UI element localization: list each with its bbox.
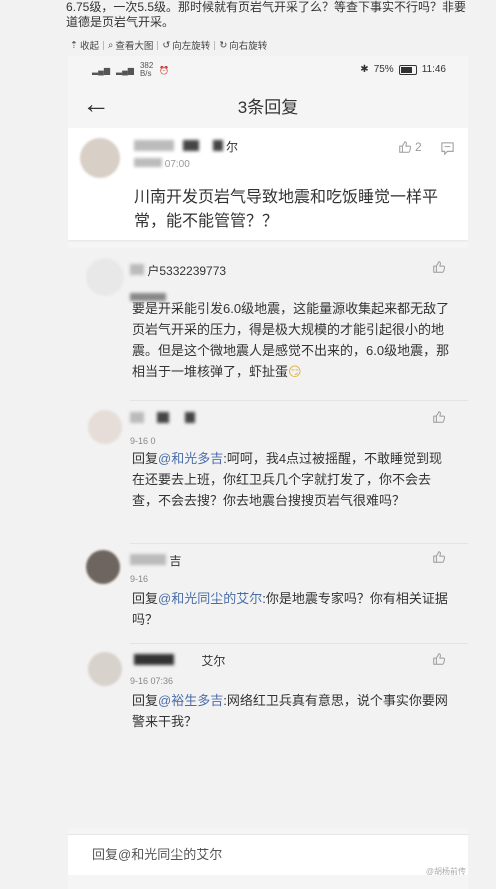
thumb-up-icon — [399, 141, 412, 153]
reply-time: 9-16 0 — [130, 436, 156, 446]
reply-item[interactable]: 9-16 0 回复@和光多吉:呵呵，我4点过被摇醒，不敢睡觉到现在还要去上班，你… — [68, 402, 468, 542]
reply-time: 9-16 — [130, 574, 149, 584]
thumb-up-icon — [433, 653, 446, 665]
rotate-right-label: 向右旋转 — [229, 41, 268, 52]
collapse-icon: ⇡ — [70, 39, 78, 51]
reply-item[interactable]: 吉 9-16 回复@和光同尘的艾尔:你是地震专家吗？你有相关证据吗？ — [68, 544, 468, 642]
battery-icon — [398, 64, 417, 75]
view-large-button[interactable]: ⌕ 查看大图 — [104, 38, 157, 53]
reply-author-name[interactable]: 吉 — [130, 552, 181, 569]
divider — [130, 400, 468, 401]
rotate-left-icon: ↺ — [162, 39, 171, 51]
collapse-button[interactable]: ⇡ 收起 — [66, 38, 103, 53]
avatar[interactable] — [88, 410, 122, 444]
reply-time: 9-16 07:36 — [130, 676, 174, 686]
comment-time: 07:00 — [134, 158, 190, 170]
emoji-icon: 😏 — [288, 364, 302, 379]
net-speed: 382 B/s — [139, 61, 154, 78]
reply-list: 户5332239773 要是开采能引发6.0级地震，这能量源收集起来都无敌了页岩… — [68, 248, 468, 828]
like-count: 2 — [415, 140, 422, 154]
mention-link[interactable]: @裕生多吉 — [158, 693, 223, 708]
reply-item[interactable]: 户5332239773 要是开采能引发6.0级地震，这能量源收集起来都无敌了页岩… — [68, 248, 468, 396]
like-button[interactable] — [432, 652, 446, 666]
rotate-right-button[interactable]: ↻ 向右旋转 — [215, 38, 271, 53]
reply-text: 要是开采能引发6.0级地震，这能量源收集起来都无敌了页岩气开采的压力，得是极大规… — [132, 301, 450, 379]
main-comment-text: 川南开发页岩气导致地震和吃饭睡觉一样平常，能不能管管？？ — [134, 189, 439, 230]
thumb-up-icon — [433, 261, 446, 273]
reply-input[interactable]: 回复@和光同尘的艾尔 — [80, 841, 468, 869]
phone-screenshot: ▂▄▆ ▂▄▆ 382 B/s ⏰ ✱ 75% 11:46 ← 3条回复 尔 0… — [68, 56, 468, 889]
thumb-up-icon — [433, 411, 446, 423]
zoom-icon: ⌕ — [107, 39, 114, 51]
alarm-icon: ⏰ — [159, 65, 170, 75]
avatar[interactable] — [80, 138, 120, 178]
mention-link[interactable]: @和光同尘的艾尔 — [158, 591, 262, 606]
like-button[interactable] — [432, 410, 446, 424]
reply-text: 回复@和光同尘的艾尔:你是地震专家吗？你有相关证据吗？ — [132, 591, 448, 627]
reply-text: 回复@裕生多吉:网络红卫兵真有意思，说个事实你要网警来干我？ — [132, 693, 448, 729]
comment-icon[interactable] — [440, 141, 455, 156]
avatar[interactable] — [88, 652, 122, 686]
background-post-text: 6.75级，一次5.5级。那时候就有页岩气开采了么？等查下事实不行吗？非要道德是… — [66, 0, 467, 29]
reply-author-name[interactable]: 户5332239773 — [130, 262, 226, 279]
avatar[interactable] — [86, 550, 120, 584]
rotate-right-icon: ↻ — [219, 39, 228, 51]
reply-author-name[interactable] — [130, 412, 195, 426]
signal-icon: ▂▄▆ — [92, 65, 110, 75]
nav-bar: ← 3条回复 — [68, 86, 468, 122]
commenter-name[interactable]: 尔 — [134, 138, 238, 155]
battery-percent: 75% — [373, 64, 394, 75]
like-button[interactable] — [432, 550, 446, 564]
image-viewer-toolbar: ⇡ 收起 ⌕ 查看大图 ↺ 向左旋转 ↻ 向右旋转 — [66, 38, 271, 53]
view-large-label: 查看大图 — [115, 41, 154, 52]
reply-input-bar: 回复@和光同尘的艾尔 — [68, 834, 468, 875]
main-comment[interactable]: 尔 07:00 2 川南开发页岩气导致地震和吃饭睡觉一样平常，能不能管管？？ — [68, 128, 468, 240]
watermark: @胡杨前传 — [425, 867, 466, 876]
avatar[interactable] — [86, 258, 124, 296]
reply-item[interactable]: 艾尔 9-16 07:36 回复@裕生多吉:网络红卫兵真有意思，说个事实你要网警… — [68, 646, 468, 756]
rotate-left-button[interactable]: ↺ 向左旋转 — [158, 38, 214, 53]
bluetooth-icon: ✱ — [360, 64, 369, 75]
divider — [130, 643, 468, 644]
rotate-left-label: 向左旋转 — [172, 41, 211, 52]
collapse-label: 收起 — [79, 41, 99, 52]
like-button[interactable]: 2 — [398, 140, 422, 154]
thumb-up-icon — [433, 551, 446, 563]
status-bar: ▂▄▆ ▂▄▆ 382 B/s ⏰ ✱ 75% 11:46 — [68, 56, 468, 84]
like-button[interactable] — [432, 260, 446, 274]
clock: 11:46 — [421, 64, 446, 75]
mention-link[interactable]: @和光多吉 — [158, 451, 223, 466]
reply-author-name[interactable]: 艾尔 — [134, 652, 225, 669]
page-title: 3条回复 — [237, 98, 299, 117]
signal-icon-2: ▂▄▆ — [115, 65, 134, 75]
reply-text: 回复@和光多吉:呵呵，我4点过被摇醒，不敢睡觉到现在还要去上班，你红卫兵几个字就… — [132, 451, 443, 508]
